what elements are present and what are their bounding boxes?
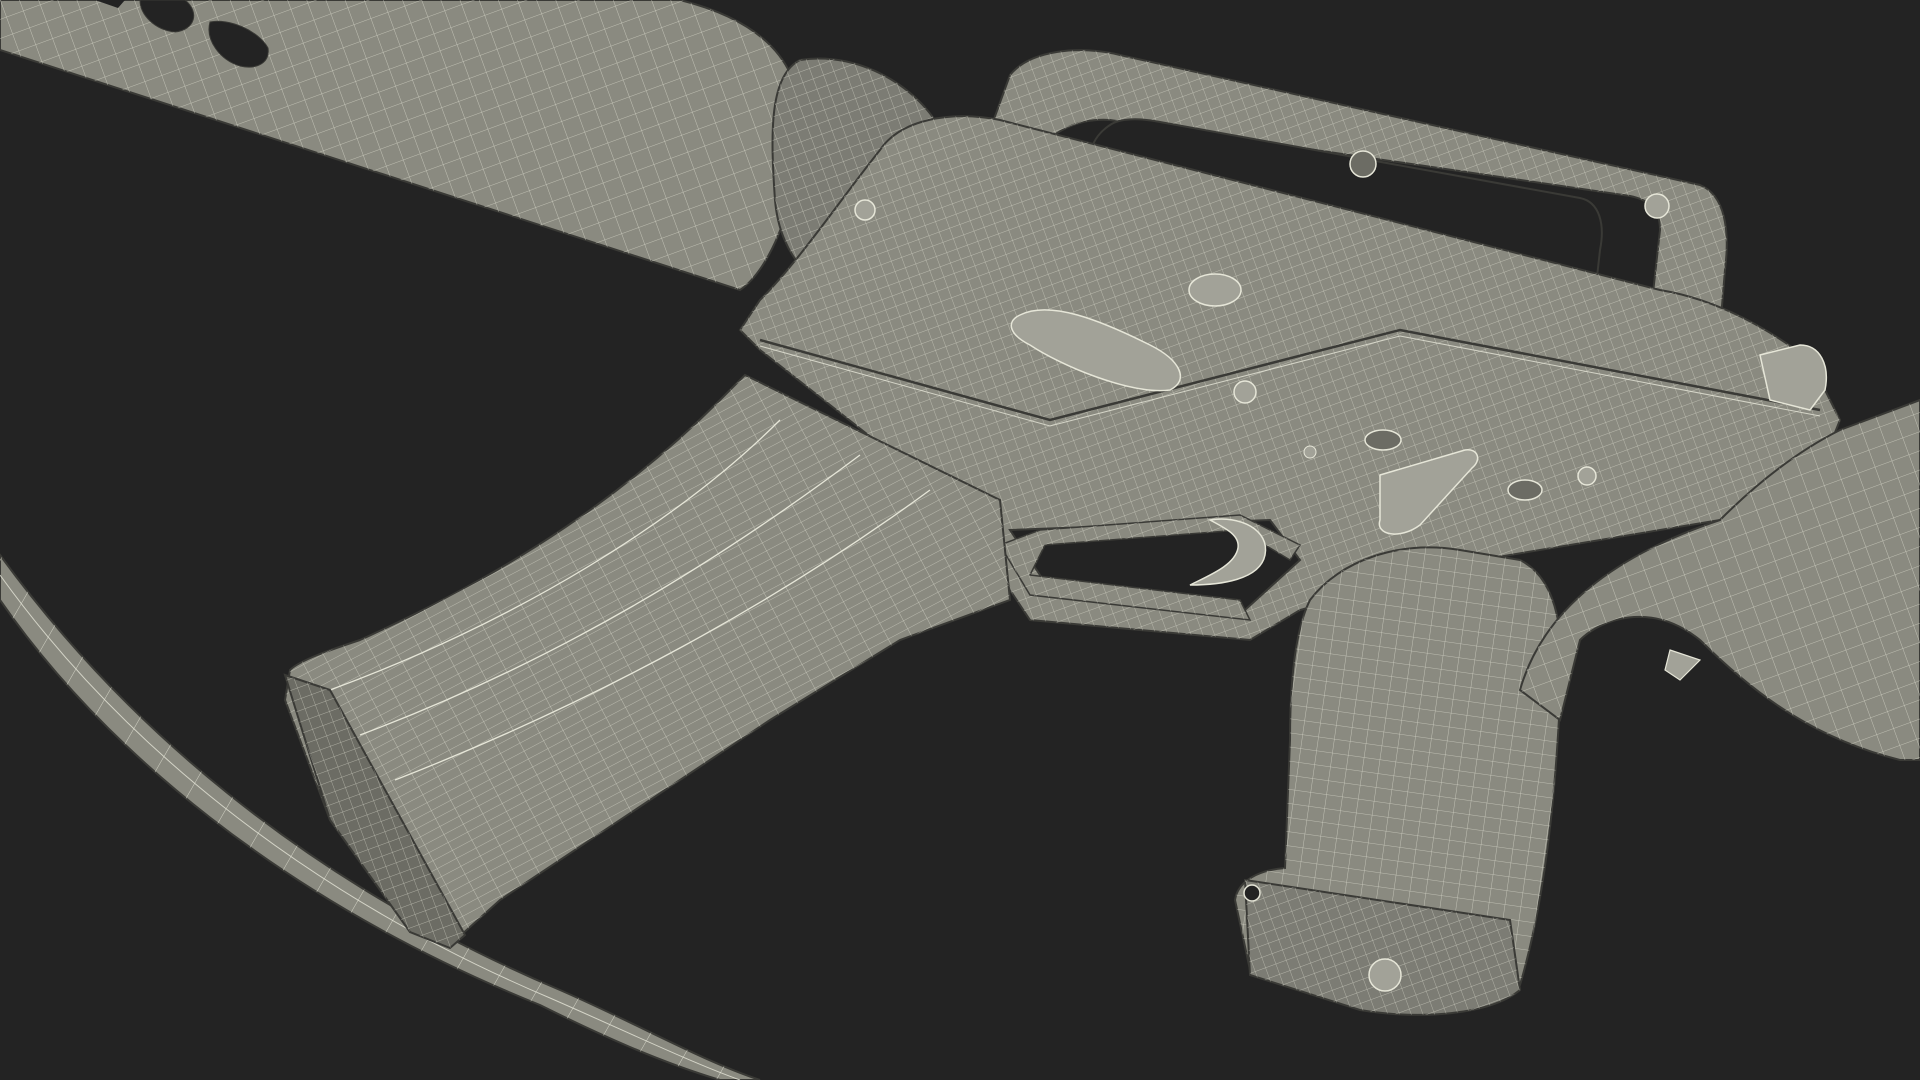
render-viewport <box>0 0 1920 1080</box>
wireframe-rifle-render <box>0 0 1920 1080</box>
magazine <box>283 373 1012 950</box>
